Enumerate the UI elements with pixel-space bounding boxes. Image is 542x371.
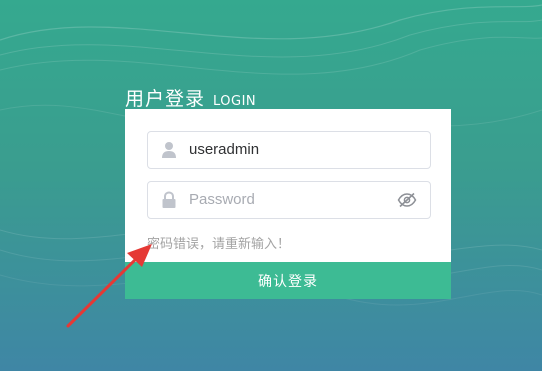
eye-off-icon[interactable] (397, 192, 417, 208)
login-title: 用户登录 LOGIN (125, 84, 256, 111)
login-card: useradmin Password 密码错误，请重新输入！ (125, 109, 451, 262)
login-submit-button[interactable]: 确认登录 (125, 262, 451, 299)
error-message: 密码错误，请重新输入！ (147, 237, 291, 252)
login-title-cn: 用户登录 (125, 88, 206, 110)
username-field[interactable]: useradmin (147, 131, 431, 169)
password-placeholder: Password (189, 191, 255, 208)
user-icon (162, 142, 176, 158)
lock-icon (162, 191, 176, 208)
username-value: useradmin (189, 141, 260, 158)
password-field[interactable]: Password (147, 181, 431, 219)
login-title-en: LOGIN (213, 94, 257, 109)
